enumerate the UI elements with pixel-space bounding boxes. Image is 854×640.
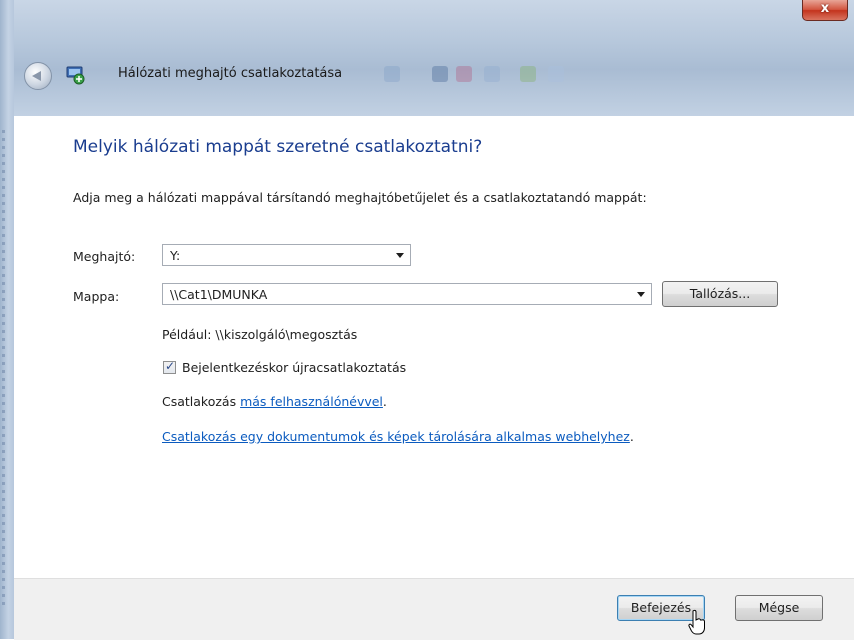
toolbar-icon xyxy=(384,66,400,82)
dropdown-arrow-icon xyxy=(396,253,404,258)
drive-select[interactable]: Y: xyxy=(162,244,411,266)
connect-suffix: . xyxy=(382,394,387,409)
toolbar-icon xyxy=(484,66,500,82)
window-title: Hálózati meghajtó csatlakoztatása xyxy=(118,66,343,81)
toolbar-icon xyxy=(456,66,472,82)
navigation-bar: Hálózati meghajtó csatlakoztatása xyxy=(14,38,854,112)
dialog-footer: Befejezés Mégse xyxy=(14,578,854,640)
example-hint: Például: \\kiszolgáló\megosztás xyxy=(162,327,358,342)
website-connect-text: Csatlakozás egy dokumentumok és képek tá… xyxy=(162,429,634,444)
reconnect-checkbox[interactable]: ✓ xyxy=(163,359,176,374)
website-suffix: . xyxy=(629,429,634,444)
other-user-link[interactable]: más felhasználónévvel xyxy=(240,394,383,409)
toolbar-icon xyxy=(520,66,536,82)
connect-prefix: Csatlakozás xyxy=(162,394,241,409)
network-drive-icon xyxy=(66,66,85,85)
folder-combobox-value: \\Cat1\DMUNKA xyxy=(170,287,268,302)
border-texture xyxy=(2,130,5,610)
close-button[interactable]: x xyxy=(802,0,848,21)
folder-combobox[interactable]: \\Cat1\DMUNKA xyxy=(162,283,652,305)
browse-button[interactable]: Tallózás... xyxy=(662,281,778,307)
page-title: Melyik hálózati mappát szeretné csatlako… xyxy=(73,137,483,157)
dropdown-arrow-icon xyxy=(637,292,645,297)
checkmark-icon: ✓ xyxy=(165,359,176,373)
website-connect-link[interactable]: Csatlakozás egy dokumentumok és képek tá… xyxy=(162,429,630,444)
mouse-cursor-icon xyxy=(688,609,705,635)
toolbar-icon xyxy=(432,66,448,82)
drive-select-value: Y: xyxy=(170,248,181,263)
window-left-border xyxy=(0,0,14,639)
instruction-text: Adja meg a hálózati mappával társítandó … xyxy=(73,190,647,205)
reconnect-label[interactable]: Bejelentkezéskor újracsatlakoztatás xyxy=(182,360,406,375)
connect-other-user-text: Csatlakozás más felhasználónévvel. xyxy=(162,394,387,409)
cancel-button[interactable]: Mégse xyxy=(735,595,823,621)
toolbar-icon xyxy=(548,66,564,82)
drive-label: Meghajtó: xyxy=(73,249,136,264)
folder-label: Mappa: xyxy=(73,289,120,304)
back-arrow-icon[interactable] xyxy=(24,62,52,90)
dialog-content: Melyik hálózati mappát szeretné csatlako… xyxy=(14,116,854,578)
close-icon: x xyxy=(820,1,830,16)
